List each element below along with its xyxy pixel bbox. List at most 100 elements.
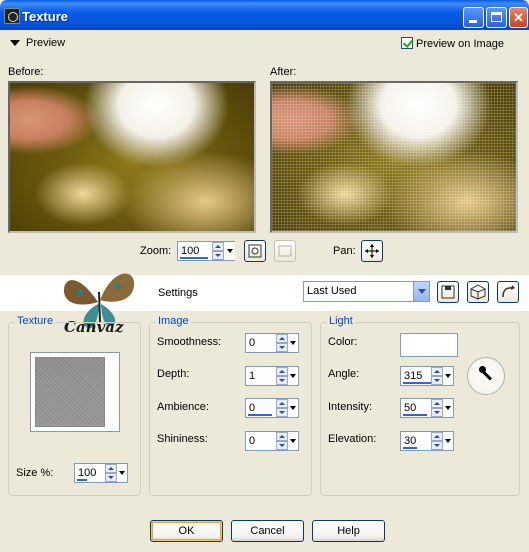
title-bar[interactable]: Texture ✕ xyxy=(0,0,529,30)
image-group-title: Image xyxy=(156,315,191,327)
spin-up-icon xyxy=(276,399,288,408)
size-label: Size %: xyxy=(16,467,54,479)
pan-button[interactable] xyxy=(361,240,383,262)
size-underline xyxy=(77,479,87,481)
ambience-stepper[interactable] xyxy=(276,399,288,417)
elevation-value: 30 xyxy=(404,435,417,447)
spin-up-icon xyxy=(276,432,288,441)
maximize-icon xyxy=(491,12,502,22)
size-stepper[interactable] xyxy=(105,464,117,482)
elevation-dropdown[interactable] xyxy=(443,432,453,450)
zoom-dropdown[interactable] xyxy=(225,242,235,260)
ambience-underline xyxy=(248,414,272,416)
shininess-value: 0 xyxy=(249,435,256,447)
randomize-button[interactable] xyxy=(467,281,489,303)
shininess-stepper[interactable] xyxy=(276,432,288,450)
depth-dropdown[interactable] xyxy=(288,367,298,385)
ambience-dropdown[interactable] xyxy=(288,399,298,417)
ambience-label: Ambience: xyxy=(157,401,209,413)
shininess-dropdown[interactable] xyxy=(288,432,298,450)
spin-down-icon xyxy=(431,441,443,450)
angle-stepper[interactable] xyxy=(431,367,443,385)
preview-toggle[interactable]: Preview xyxy=(10,37,65,49)
depth-value: 1 xyxy=(249,370,256,382)
intensity-label: Intensity: xyxy=(328,401,373,413)
light-group-title: Light xyxy=(327,315,355,327)
zoom-label: Zoom: xyxy=(140,245,172,257)
zoom-fit-button[interactable] xyxy=(244,240,266,262)
spin-up-icon xyxy=(431,367,443,376)
actual-size-icon xyxy=(278,245,292,257)
shininess-label: Shininess: xyxy=(157,433,208,445)
settings-dropdown[interactable]: Last Used xyxy=(303,281,430,302)
close-icon: ✕ xyxy=(513,10,524,25)
depth-label: Depth: xyxy=(157,368,190,380)
texture-group-title: Texture xyxy=(15,315,56,327)
smoothness-stepper[interactable] xyxy=(276,334,288,352)
intensity-stepper[interactable] xyxy=(431,399,443,417)
smoothness-value: 0 xyxy=(249,337,256,349)
elevation-underline xyxy=(403,447,417,449)
after-label: After: xyxy=(270,66,297,78)
pan-label: Pan: xyxy=(333,245,356,257)
spin-down-icon xyxy=(276,376,288,385)
minimize-button[interactable] xyxy=(463,7,484,28)
angle-dropdown[interactable] xyxy=(443,367,453,385)
triangle-down-icon xyxy=(10,40,20,47)
spin-down-icon xyxy=(212,251,224,260)
angle-value: 315 xyxy=(404,370,423,382)
after-preview[interactable] xyxy=(270,81,518,233)
intensity-dropdown[interactable] xyxy=(443,399,453,417)
smoothness-dropdown[interactable] xyxy=(288,334,298,352)
ambience-value: 0 xyxy=(249,402,256,414)
spin-up-icon xyxy=(105,464,117,473)
color-label: Color: xyxy=(328,336,358,348)
zoom-actual-button[interactable] xyxy=(274,240,296,262)
before-label: Before: xyxy=(8,66,44,78)
spin-up-icon xyxy=(431,432,443,441)
save-icon xyxy=(441,285,455,299)
dial-needle-icon xyxy=(479,368,492,381)
smoothness-label: Smoothness: xyxy=(157,336,222,348)
before-image xyxy=(10,83,254,231)
depth-stepper[interactable] xyxy=(276,367,288,385)
angle-dial[interactable] xyxy=(467,357,505,395)
cancel-button[interactable]: Cancel xyxy=(231,520,304,542)
light-color-swatch[interactable] xyxy=(400,333,458,357)
spin-down-icon xyxy=(276,343,288,352)
settings-label: Settings xyxy=(158,287,198,299)
after-image xyxy=(272,83,516,231)
spin-down-icon xyxy=(431,408,443,417)
close-button[interactable]: ✕ xyxy=(509,7,528,28)
dice-icon xyxy=(470,284,486,300)
elevation-stepper[interactable] xyxy=(431,432,443,450)
preview-on-image-label: Preview on Image xyxy=(416,38,505,50)
app-icon xyxy=(4,8,20,24)
size-dropdown[interactable] xyxy=(117,464,127,482)
spin-up-icon xyxy=(276,334,288,343)
intensity-value: 50 xyxy=(404,402,417,414)
zoom-stepper[interactable] xyxy=(212,242,224,260)
spin-down-icon xyxy=(276,408,288,417)
settings-selected: Last Used xyxy=(307,285,357,297)
angle-label: Angle: xyxy=(328,368,360,380)
preview-on-image-checkbox[interactable]: Preview on Image xyxy=(401,37,504,50)
before-preview[interactable] xyxy=(8,81,256,233)
reset-icon xyxy=(502,285,515,298)
save-preset-button[interactable] xyxy=(437,281,459,303)
intensity-underline xyxy=(403,414,427,416)
help-button[interactable]: Help xyxy=(312,520,385,542)
texture-preview-image xyxy=(35,357,105,427)
move-icon xyxy=(365,244,379,258)
checkmark-icon xyxy=(401,37,413,49)
reset-button[interactable] xyxy=(497,281,519,303)
size-value: 100 xyxy=(78,467,97,479)
texture-swatch[interactable] xyxy=(30,352,120,432)
maximize-button[interactable] xyxy=(486,7,507,28)
spin-up-icon xyxy=(276,367,288,376)
ok-button[interactable]: OK xyxy=(150,520,223,542)
spin-down-icon xyxy=(431,376,443,385)
chevron-down-icon xyxy=(413,282,429,301)
zoom-underline xyxy=(180,257,208,259)
zoom-fit-icon xyxy=(248,244,262,258)
